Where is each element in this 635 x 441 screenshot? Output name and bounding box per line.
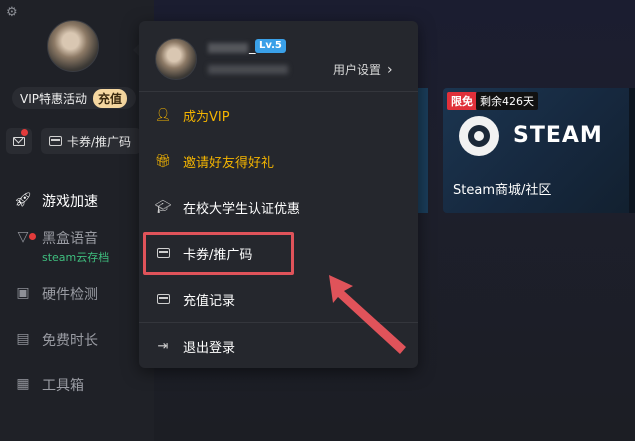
annotation-arrow (329, 275, 406, 354)
